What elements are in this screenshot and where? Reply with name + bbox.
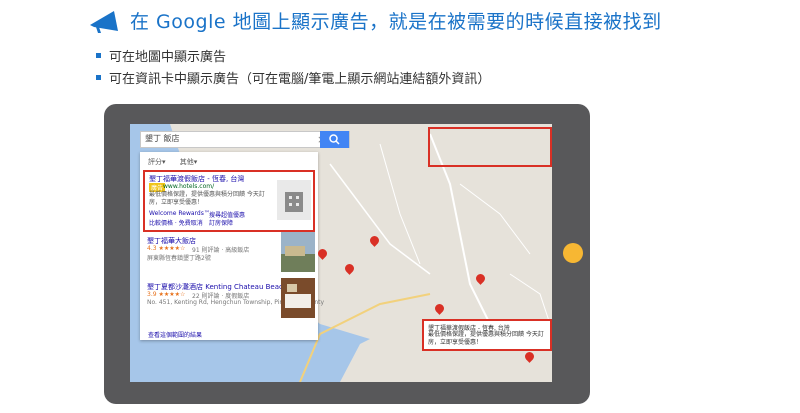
filter-rating[interactable]: 評分▾ [148,158,166,166]
megaphone-icon [90,11,118,33]
map-highlight-box [428,127,552,167]
bullet-icon [96,74,101,80]
results-panel: 評分▾ 其他▾ 墾丁福華渡假飯店 - 恆春, 台灣 廣告 www.hotels.… [140,152,324,340]
feature-list: 可在地圖中顯示廣告 可在資訊卡中顯示廣告（可在電腦/筆電上顯示網站連結額外資訊） [96,44,490,88]
feature-text: 可在資訊卡中顯示廣告（可在電腦/筆電上顯示網站連結額外資訊） [109,71,491,87]
feature-text: 可在地圖中顯示廣告 [109,49,227,65]
hotel-photo [281,278,315,318]
sitelink[interactable]: Welcome Rewards™ [149,210,210,217]
building-icon [277,180,311,220]
search-button[interactable] [320,131,349,148]
map-ad-description: 最低價格保證，提供優惠與積分回饋 今天訂房，立即享受優惠！ [428,331,544,346]
result-rating: 3.9 ★★★★☆ [147,291,186,298]
tablet-home-button[interactable] [563,243,583,263]
sitelink[interactable]: 比較價格 · 免費取消 [149,218,203,227]
feature-item: 可在地圖中顯示廣告 [96,44,490,66]
filter-more[interactable]: 其他▾ [180,158,198,166]
result-description: 最低價格保證，提供優惠與積分回饋 今天訂房，立即享受優惠！ [149,191,265,206]
bullet-icon [96,52,101,58]
sitelink[interactable]: 訂房保障 [209,218,233,227]
ad-result-card[interactable]: 墾丁福華渡假飯店 - 恆春, 台灣 廣告 www.hotels.com/ 最低價… [143,170,315,232]
search-bar[interactable]: 墾丁 飯店 × [140,131,350,148]
map-screen[interactable]: 墾丁 飯店 × 評分▾ 其他▾ 墾丁福華渡假飯店 - 恆春, 台灣 廣告 www… [130,124,552,382]
page-heading: 在 Google 地圖上顯示廣告，就是在被需要的時候直接被找到 [88,6,662,34]
hotel-photo [281,232,315,272]
result-rating: 4.3 ★★★★☆ [147,245,186,252]
search-input[interactable]: 墾丁 飯店 [145,133,180,144]
result-address: 屏東縣恆春鎮墾丁路2號 [147,255,211,262]
result-url[interactable]: www.hotels.com/ [163,183,214,190]
map-ad-card[interactable]: 墾丁福華渡假飯店 - 恆春, 台灣 最低價格保證，提供優惠與積分回饋 今天訂房，… [422,319,552,351]
page-title: 在 Google 地圖上顯示廣告，就是在被需要的時候直接被找到 [130,10,662,33]
feature-item: 可在資訊卡中顯示廣告（可在電腦/筆電上顯示網站連結額外資訊） [96,66,490,88]
search-area-link[interactable]: 查看這個範圍的結果 [148,330,202,339]
magnifier-icon [329,134,340,145]
filter-bar: 評分▾ 其他▾ [148,157,209,167]
